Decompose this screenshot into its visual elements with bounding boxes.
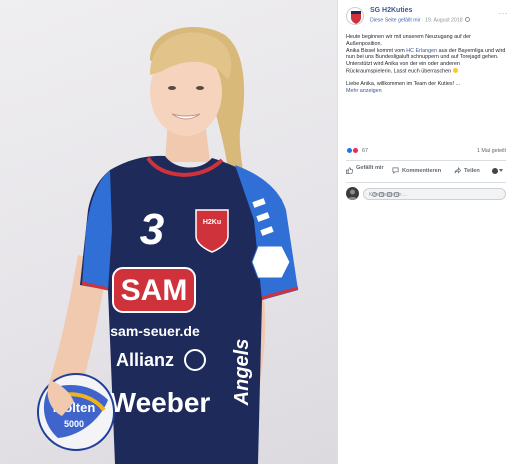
- page-name-link[interactable]: SG H2Kuties: [370, 7, 412, 14]
- share-button-label: Teilen: [464, 168, 480, 174]
- post-subline: Diese Seite gefällt mir · 19. August 201…: [370, 17, 471, 24]
- camera-icon[interactable]: [379, 191, 384, 197]
- jersey-number: 3: [140, 205, 164, 254]
- sponsor-url-text: sam-seuer.de: [110, 323, 200, 339]
- sponsor-sam-text: SAM: [121, 274, 188, 307]
- liked-page-link[interactable]: Diese Seite gefällt mir: [370, 18, 420, 24]
- show-more-link[interactable]: Mehr anzeigen: [346, 88, 506, 95]
- comment-button[interactable]: Kommentieren: [392, 163, 448, 179]
- reaction-profile-selector[interactable]: [492, 163, 506, 179]
- post-header: SG H2Kuties Diese Seite gefällt mir · 19…: [346, 6, 508, 30]
- hc-erlangen-link[interactable]: HC Erlangen: [406, 48, 437, 54]
- divider: [346, 182, 506, 183]
- share-arrow-icon: [454, 167, 461, 174]
- comment-input[interactable]: Kommentieren ...: [363, 188, 506, 200]
- avatar: [492, 168, 498, 174]
- club-logo-icon: [351, 11, 361, 24]
- post-text-line: Unterstützt wird Anika von der ein oder …: [346, 61, 460, 75]
- club-badge-text: H2Ku: [203, 219, 221, 226]
- emoji-icon[interactable]: [371, 191, 377, 197]
- post-options-icon[interactable]: ···: [499, 9, 509, 18]
- like-button[interactable]: Gefällt mir: [346, 163, 386, 179]
- gif-icon[interactable]: [386, 191, 392, 197]
- comment-icon: [392, 167, 399, 174]
- comment-tools: [369, 191, 501, 199]
- post-panel: SG H2Kuties Diese Seite gefällt mir · 19…: [337, 0, 512, 464]
- player-photo-illustration: SAM 3 H2Ku sam-seuer.de Allianz Weeber A…: [37, 27, 299, 464]
- post-date[interactable]: 19. August 2018: [425, 18, 463, 24]
- user-silhouette-icon: [347, 189, 358, 200]
- love-reaction-icon[interactable]: [352, 147, 359, 154]
- sponsor-allianz-text: Allianz: [116, 350, 174, 370]
- user-avatar[interactable]: [346, 187, 359, 200]
- globe-icon: [465, 17, 471, 22]
- page-avatar[interactable]: [346, 7, 364, 25]
- like-button-label: Gefällt mir: [356, 165, 384, 171]
- post-text-line: Anika Bissel kommt vom HC Erlangen aus d…: [346, 47, 506, 61]
- post-photo[interactable]: SAM 3 H2Ku sam-seuer.de Allianz Weeber A…: [0, 0, 337, 464]
- shares-count[interactable]: 1 Mal geteilt: [477, 148, 506, 154]
- sponsor-weeber-text: Weeber: [110, 387, 211, 418]
- thumbs-up-icon: [346, 167, 353, 174]
- share-button[interactable]: Teilen: [454, 163, 486, 179]
- sponsor-angels-text: Angels: [231, 339, 253, 407]
- ball-size-text: 5000: [64, 419, 84, 429]
- comment-button-label: Kommentieren: [402, 168, 442, 174]
- reactions-bar: 67 1 Mal geteilt: [346, 146, 506, 156]
- post-actions: Gefällt mir Kommentieren Teilen: [346, 163, 506, 179]
- comment-box: Kommentieren ...: [346, 187, 506, 201]
- post-text: Heute beginnen wir mit unserem Neuzugang…: [346, 34, 506, 95]
- reactions-count[interactable]: 67: [362, 148, 368, 154]
- post-text-line: Heute beginnen wir mit unserem Neuzugang…: [346, 34, 471, 47]
- divider: [346, 160, 506, 161]
- post-text-line: Liebe Anika, willkommen im Team der Kuti…: [346, 81, 461, 88]
- sticker-icon[interactable]: [394, 191, 399, 197]
- smiley-emoji-icon: [452, 67, 459, 74]
- chevron-down-icon: [499, 169, 503, 172]
